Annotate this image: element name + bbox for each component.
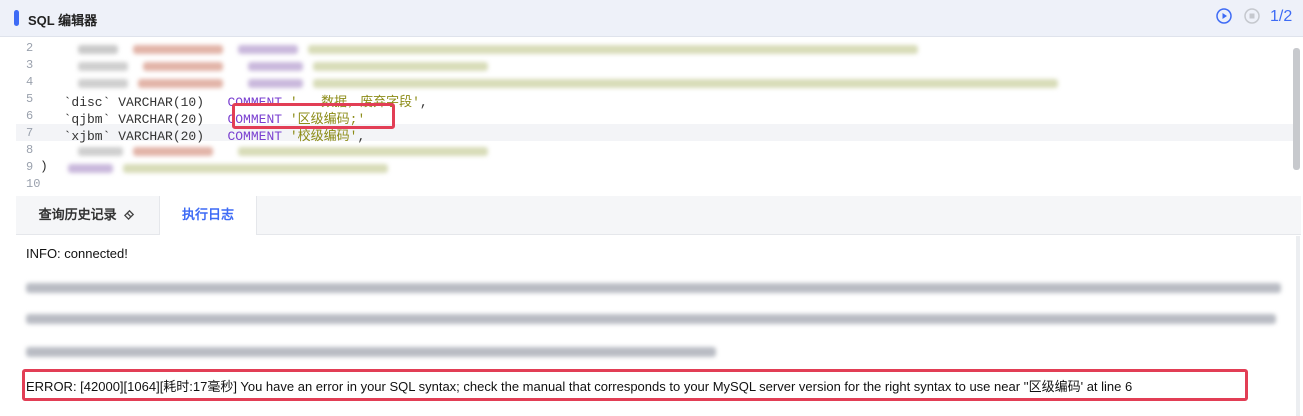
- editor-scrollbar[interactable]: [1293, 48, 1300, 170]
- error-highlight-box: [22, 369, 1248, 401]
- log-info-line: INFO: connected!: [26, 246, 128, 261]
- run-icon[interactable]: [1216, 8, 1232, 24]
- result-tabs: 查询历史记录 执行日志: [16, 196, 1301, 235]
- code-punct: ,: [357, 129, 366, 144]
- line-number: 2: [26, 41, 34, 55]
- line-number: 7: [26, 126, 34, 140]
- line-number: 5: [26, 92, 34, 106]
- redacted-text: [78, 79, 128, 88]
- redacted-text: [238, 147, 488, 156]
- code-line-9: ): [40, 159, 48, 174]
- redacted-text: [26, 314, 1276, 324]
- redacted-text: [313, 79, 1058, 88]
- redacted-text: [78, 45, 118, 54]
- redacted-text: [78, 62, 128, 71]
- tab-label: 查询历史记录: [38, 207, 117, 222]
- eraser-icon: [124, 209, 135, 221]
- redacted-text: [123, 164, 388, 173]
- redacted-text: [138, 79, 223, 88]
- redacted-text: [133, 147, 213, 156]
- redacted-text: [133, 45, 223, 54]
- redacted-text: [68, 164, 113, 173]
- redacted-text: [78, 147, 123, 156]
- log-scrollbar[interactable]: [1296, 236, 1300, 416]
- editor-header: SQL 编辑器 1/2: [0, 0, 1303, 37]
- redacted-text: [248, 79, 303, 88]
- code-text: `xjbm` VARCHAR(20): [48, 129, 205, 144]
- line-number: 10: [26, 177, 41, 191]
- code-keyword: COMMENT: [227, 129, 283, 144]
- redacted-text: [238, 45, 298, 54]
- redacted-text: [313, 62, 488, 71]
- line-number: 4: [26, 75, 34, 89]
- redacted-text: [26, 347, 716, 357]
- redacted-text: [248, 62, 303, 71]
- code-string: '校级编码': [289, 129, 358, 144]
- line-number: 8: [26, 143, 34, 157]
- highlight-box: [232, 103, 395, 129]
- sql-editor[interactable]: 2 3 4 5 6 7 8 9 10 `disc` VARCHAR(10) CO…: [8, 40, 1302, 194]
- tab-query-history[interactable]: 查询历史记录: [16, 196, 159, 234]
- redacted-text: [308, 45, 918, 54]
- redacted-text: [26, 283, 1281, 293]
- tab-execution-log[interactable]: 执行日志: [159, 196, 257, 235]
- title-accent-bar: [14, 10, 19, 26]
- page-indicator: 1/2: [1270, 8, 1293, 25]
- redacted-text: [143, 62, 223, 71]
- page-title: SQL 编辑器: [28, 13, 98, 28]
- line-number: 3: [26, 58, 34, 72]
- stop-icon[interactable]: [1244, 8, 1260, 24]
- line-number: 6: [26, 109, 34, 123]
